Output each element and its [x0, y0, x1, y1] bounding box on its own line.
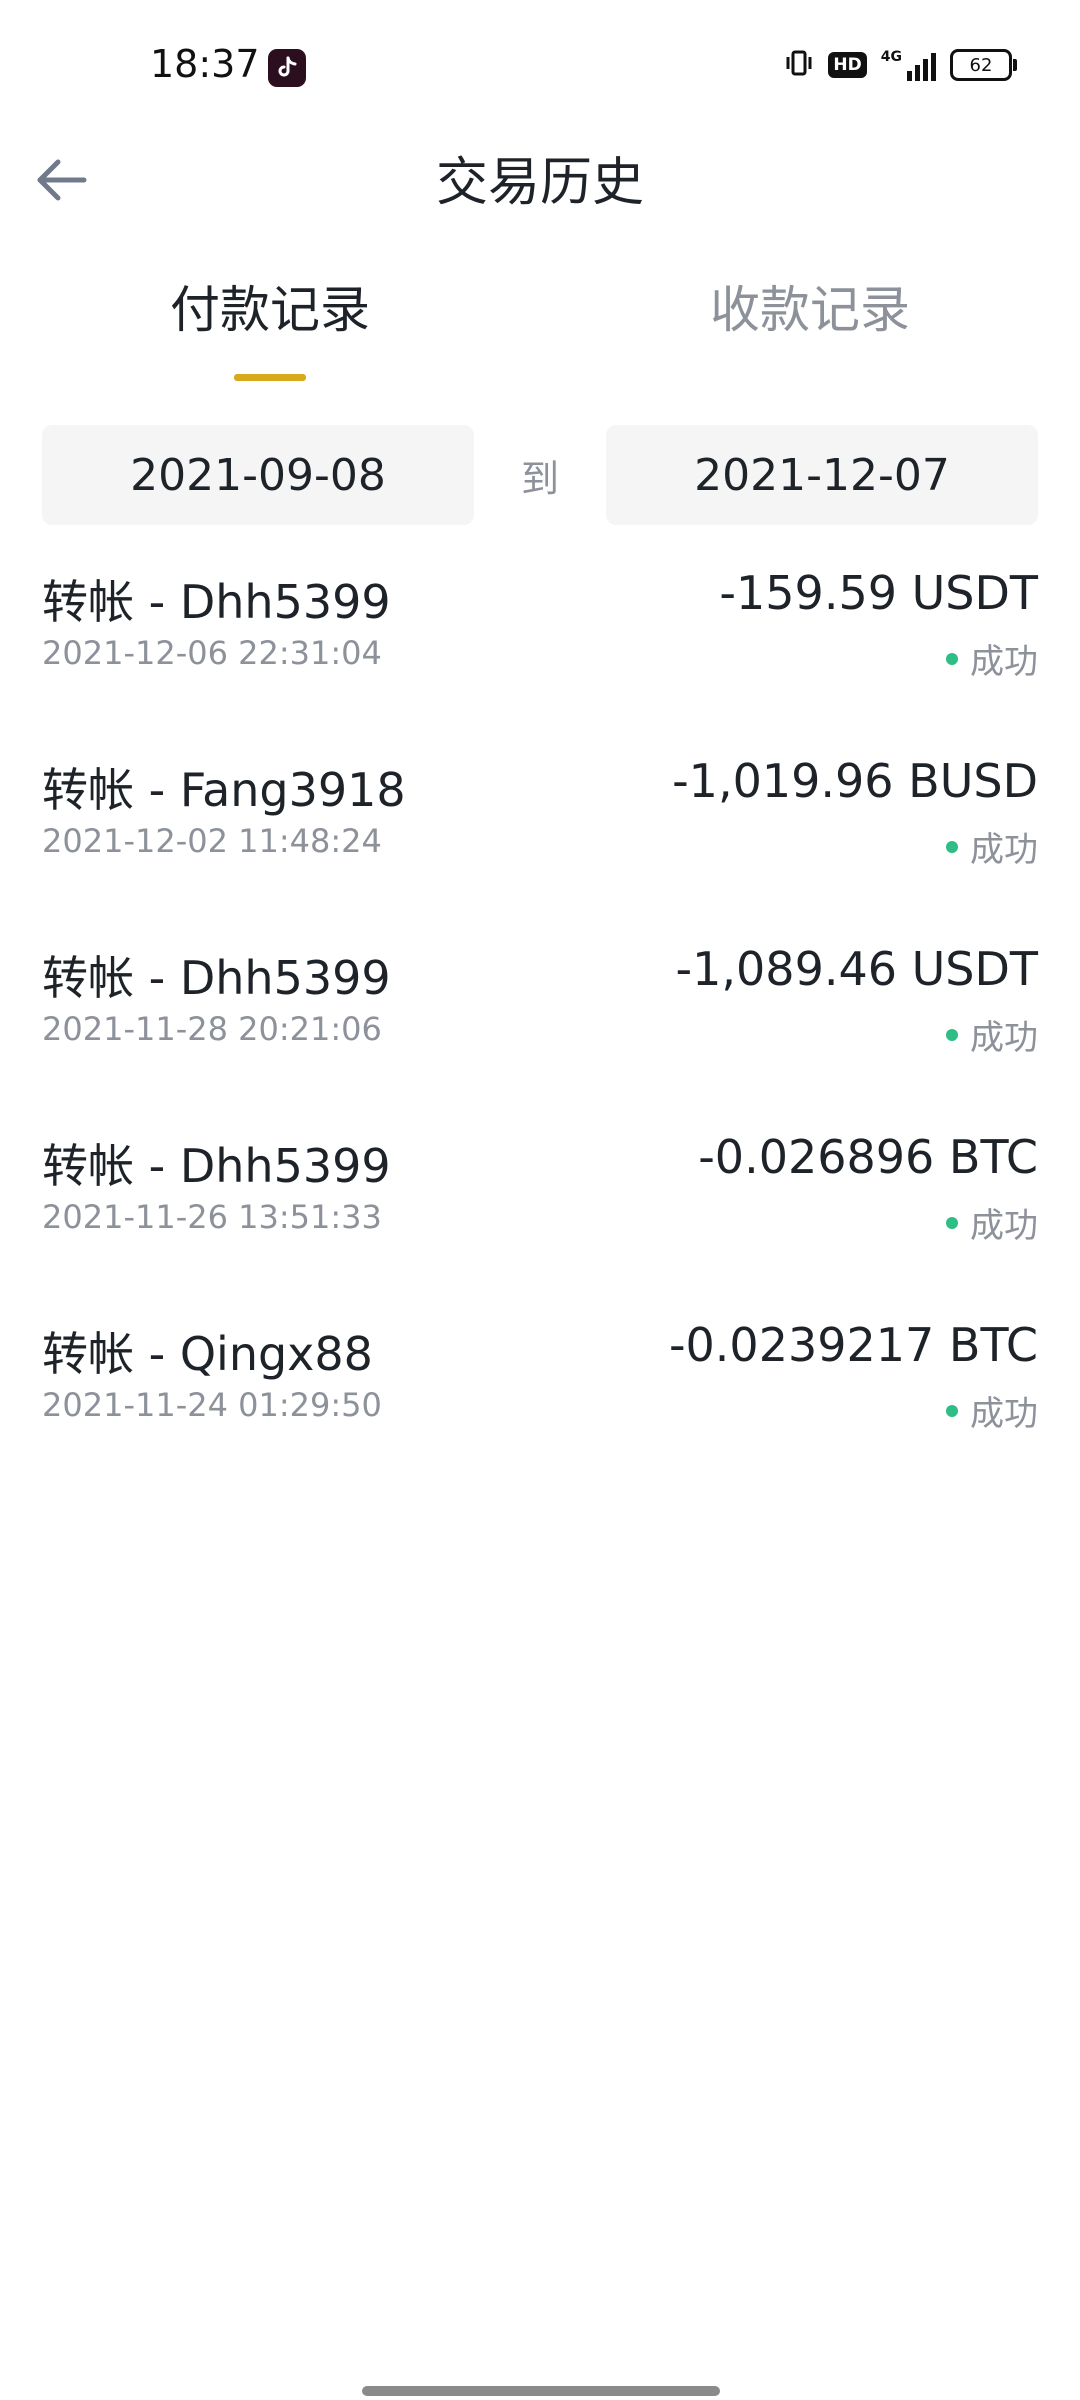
transaction-time: 2021-12-02 11:48:24 [42, 822, 382, 860]
status-indicators: HD 4G 62 [784, 48, 1017, 82]
active-tab-indicator [234, 374, 306, 381]
transaction-title: 转帐 - Dhh5399 [42, 1139, 391, 1193]
success-dot-icon [946, 840, 958, 853]
transaction-amount: -0.0239217 BTC [668, 1318, 1038, 1372]
success-dot-icon [946, 1216, 958, 1229]
transaction-row[interactable]: 转帐 - Dhh5399 2021-11-28 20:21:06 -1,089.… [0, 936, 1080, 1124]
status-label: 成功 [970, 830, 1038, 870]
transaction-time: 2021-11-24 01:29:50 [42, 1386, 382, 1424]
date-range-filter: 2021-09-08 到 2021-12-07 [42, 425, 1038, 525]
status-label: 成功 [970, 1394, 1038, 1434]
transaction-row[interactable]: 转帐 - Dhh5399 2021-11-26 13:51:33 -0.0268… [0, 1124, 1080, 1312]
vibrate-icon [784, 48, 814, 82]
tab-receipt-records[interactable]: 收款记录 [630, 270, 990, 342]
transaction-time: 2021-11-26 13:51:33 [42, 1198, 382, 1236]
transaction-title: 转帐 - Dhh5399 [42, 575, 391, 629]
transaction-row[interactable]: 转帐 - Fang3918 2021-12-02 11:48:24 -1,019… [0, 748, 1080, 936]
transaction-time: 2021-12-06 22:31:04 [42, 634, 382, 672]
status-label: 成功 [970, 1018, 1038, 1058]
date-range-separator: 到 [520, 456, 559, 501]
page-title: 交易历史 [435, 153, 644, 213]
success-dot-icon [946, 1404, 958, 1417]
transaction-title: 转帐 - Qingx88 [42, 1327, 373, 1381]
signal-icon: 4G [881, 49, 936, 81]
battery-icon: 62 [950, 49, 1017, 81]
success-dot-icon [946, 652, 958, 665]
hd-icon: HD [828, 52, 867, 78]
tab-bar: 付款记录 收款记录 [0, 270, 1080, 381]
transaction-status: 成功 [946, 1386, 1038, 1435]
success-dot-icon [946, 1028, 958, 1041]
home-indicator[interactable] [362, 2386, 720, 2396]
tab-payment-records[interactable]: 付款记录 [90, 270, 450, 342]
transaction-title: 转帐 - Fang3918 [42, 763, 406, 817]
transaction-time: 2021-11-28 20:21:06 [42, 1010, 382, 1048]
transaction-list: 转帐 - Dhh5399 2021-12-06 22:31:04 -159.59… [0, 560, 1080, 1500]
status-bar: 18:37 HD 4G 62 [0, 0, 1080, 130]
transaction-status: 成功 [946, 1010, 1038, 1059]
start-date-picker[interactable]: 2021-09-08 [42, 425, 474, 525]
transaction-amount: -159.59 USDT [719, 566, 1038, 620]
status-time: 18:37 [150, 42, 260, 86]
transaction-status: 成功 [946, 822, 1038, 871]
end-date-picker[interactable]: 2021-12-07 [606, 425, 1038, 525]
tiktok-icon [268, 49, 306, 87]
network-type: 4G [880, 49, 902, 65]
transaction-row[interactable]: 转帐 - Dhh5399 2021-12-06 22:31:04 -159.59… [0, 560, 1080, 748]
app-header: 交易历史 [0, 130, 1080, 240]
transaction-amount: -1,019.96 BUSD [672, 754, 1038, 808]
transaction-title: 转帐 - Dhh5399 [42, 951, 391, 1005]
status-label: 成功 [970, 642, 1038, 682]
transaction-status: 成功 [946, 1198, 1038, 1247]
transaction-amount: -0.026896 BTC [698, 1130, 1038, 1184]
transaction-status: 成功 [946, 634, 1038, 683]
battery-level: 62 [969, 54, 993, 76]
transaction-row[interactable]: 转帐 - Qingx88 2021-11-24 01:29:50 -0.0239… [0, 1312, 1080, 1500]
transaction-amount: -1,089.46 USDT [675, 942, 1038, 996]
status-label: 成功 [970, 1206, 1038, 1246]
